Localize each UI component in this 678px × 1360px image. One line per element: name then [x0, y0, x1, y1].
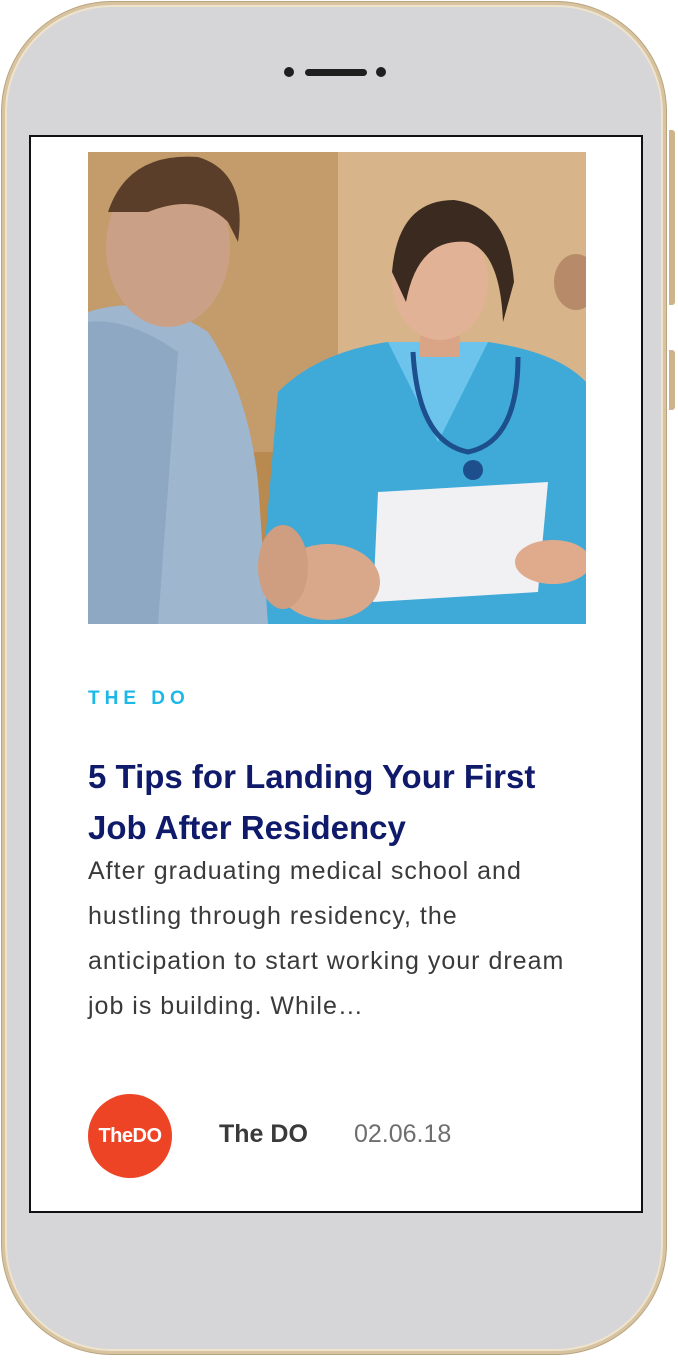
article-title[interactable]: 5 Tips for Landing Your First Job After …: [88, 751, 588, 853]
sensor-dot-icon: [376, 67, 386, 77]
author-avatar[interactable]: TheDO: [88, 1094, 172, 1178]
author-name[interactable]: The DO: [219, 1120, 308, 1149]
phone-screen: THE DO 5 Tips for Landing Your First Job…: [29, 135, 643, 1213]
article-category[interactable]: THE DO: [88, 688, 190, 710]
avatar-logo-text: TheDO: [98, 1124, 162, 1147]
article-excerpt: After graduating medical school and hust…: [88, 857, 565, 1020]
article-photo: [88, 152, 586, 624]
phone-earpiece: [284, 66, 390, 78]
article-hero-image[interactable]: [88, 152, 586, 624]
phone-side-button: [669, 350, 675, 410]
publish-date: 02.06.18: [354, 1120, 452, 1148]
speaker-grille: [305, 69, 367, 76]
front-camera-icon: [284, 67, 294, 77]
phone-side-button: [669, 130, 675, 305]
